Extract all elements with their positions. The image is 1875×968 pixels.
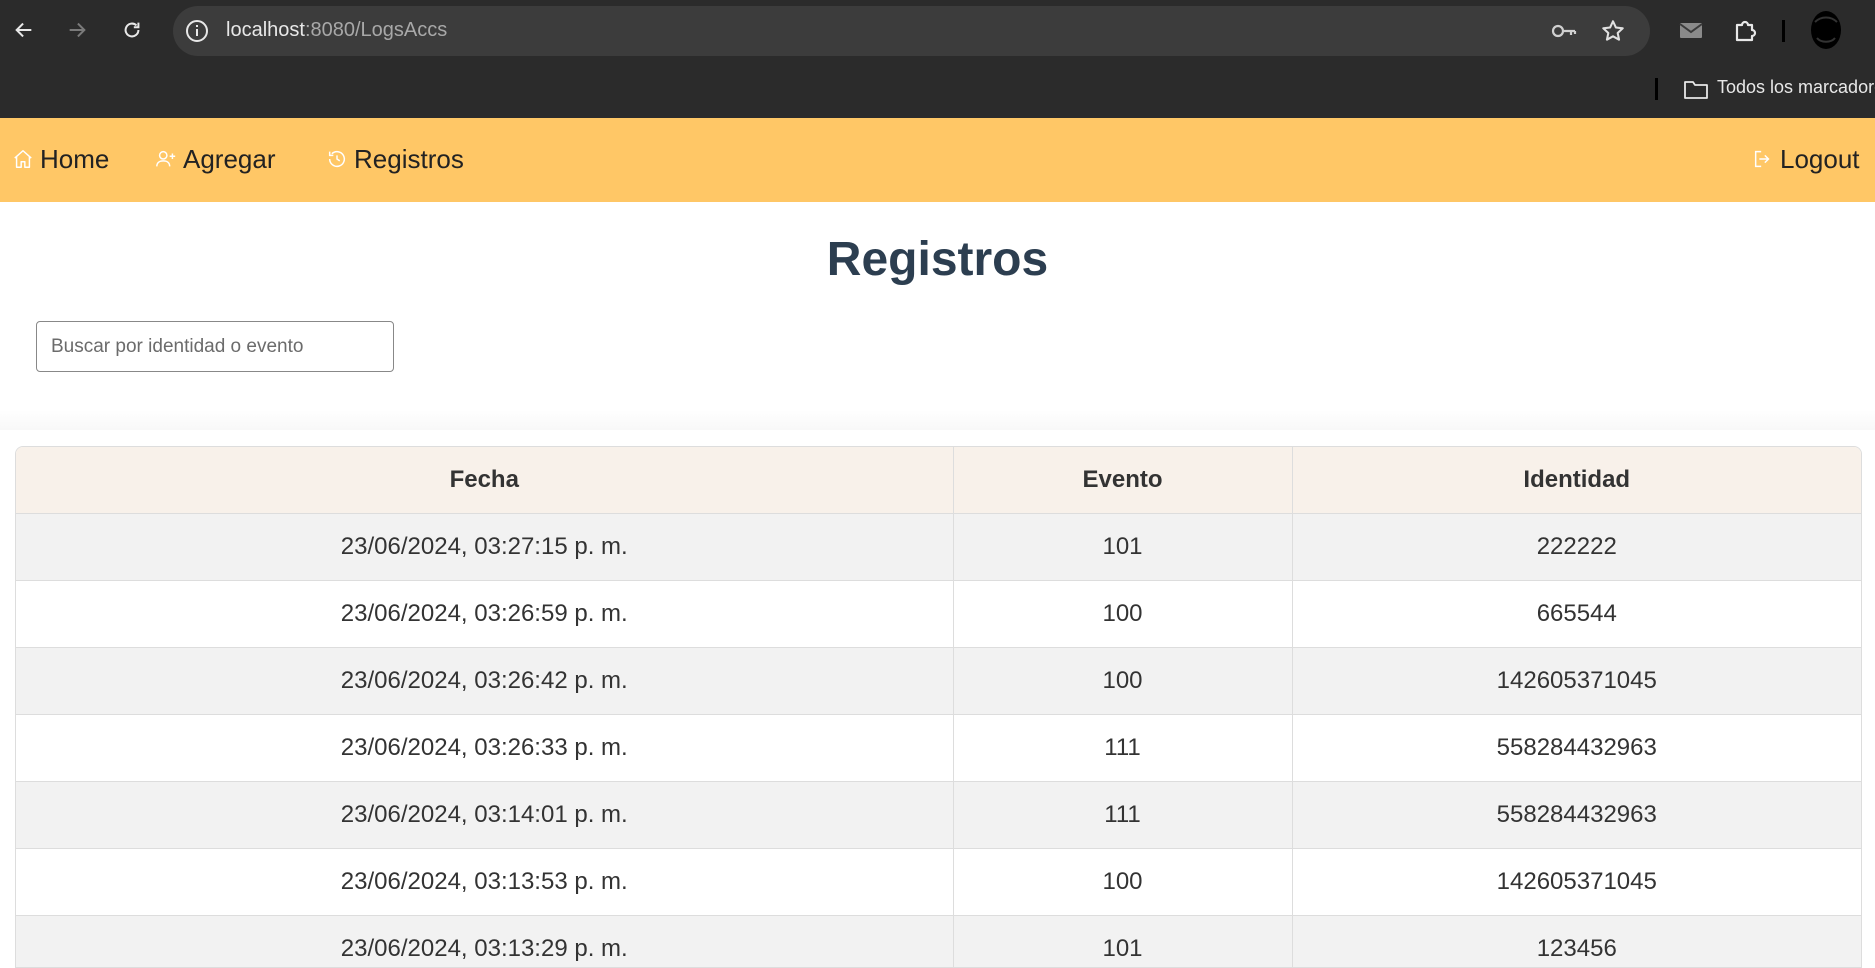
logs-table: Fecha Evento Identidad 23/06/2024, 03:27…: [15, 446, 1862, 968]
section-divider: [0, 410, 1875, 430]
cell-evento: 100: [953, 849, 1292, 916]
cell-evento: 101: [953, 514, 1292, 581]
page-title: Registros: [0, 232, 1875, 287]
url-path: :8080/LogsAccs: [305, 19, 447, 41]
home-icon: [12, 148, 34, 170]
header-identidad[interactable]: Identidad: [1292, 447, 1861, 514]
extensions-icon[interactable]: [1731, 16, 1759, 44]
search-input[interactable]: [36, 321, 394, 372]
key-icon[interactable]: [1551, 19, 1577, 43]
table-row[interactable]: 23/06/2024, 03:27:15 p. m. 101 222222: [16, 514, 1861, 581]
folder-icon[interactable]: [1683, 78, 1709, 100]
table-row[interactable]: 23/06/2024, 03:13:53 p. m. 100 142605371…: [16, 849, 1861, 916]
cell-fecha: 23/06/2024, 03:26:59 p. m.: [16, 581, 953, 648]
cell-evento: 101: [953, 916, 1292, 968]
cell-identidad: 665544: [1292, 581, 1861, 648]
nav-logout[interactable]: Logout: [1752, 140, 1860, 178]
cell-fecha: 23/06/2024, 03:13:29 p. m.: [16, 916, 953, 968]
nav-registros[interactable]: Registros: [326, 140, 464, 178]
arrow-right-icon: [66, 19, 88, 41]
profile-avatar[interactable]: [1807, 8, 1845, 54]
bookmarks-bar: Todos los marcadores: [0, 62, 1875, 118]
cell-identidad: 123456: [1292, 916, 1861, 968]
nav-registros-label: Registros: [354, 144, 464, 175]
back-button[interactable]: [9, 15, 39, 45]
table-row[interactable]: 23/06/2024, 03:26:33 p. m. 111 558284432…: [16, 715, 1861, 782]
nav-agregar-label: Agregar: [183, 144, 276, 175]
add-user-icon: [155, 148, 177, 170]
url-host: localhost: [226, 19, 305, 41]
all-bookmarks-label[interactable]: Todos los marcadores: [1717, 77, 1875, 98]
table-row[interactable]: 23/06/2024, 03:13:29 p. m. 101 123456: [16, 916, 1861, 968]
table-header-row: Fecha Evento Identidad: [16, 447, 1861, 514]
star-icon[interactable]: [1600, 18, 1626, 44]
cell-identidad: 142605371045: [1292, 849, 1861, 916]
forward-button[interactable]: [62, 15, 92, 45]
header-fecha[interactable]: Fecha: [16, 447, 953, 514]
cell-evento: 111: [953, 715, 1292, 782]
nav-logout-label: Logout: [1780, 144, 1860, 175]
cell-fecha: 23/06/2024, 03:13:53 p. m.: [16, 849, 953, 916]
browser-chrome: localhost:8080/LogsAccs Todos los marcad…: [0, 0, 1875, 118]
cell-fecha: 23/06/2024, 03:27:15 p. m.: [16, 514, 953, 581]
arrow-left-icon: [13, 19, 35, 41]
cell-identidad: 142605371045: [1292, 648, 1861, 715]
cell-fecha: 23/06/2024, 03:14:01 p. m.: [16, 782, 953, 849]
cell-identidad: 222222: [1292, 514, 1861, 581]
app-navbar: Home Agregar Registros Logout: [0, 118, 1875, 202]
cell-evento: 100: [953, 648, 1292, 715]
table-row[interactable]: 23/06/2024, 03:26:59 p. m. 100 665544: [16, 581, 1861, 648]
site-info-icon[interactable]: [185, 19, 209, 43]
browser-toolbar: localhost:8080/LogsAccs: [0, 0, 1875, 62]
header-evento[interactable]: Evento: [953, 447, 1292, 514]
mail-icon[interactable]: [1677, 16, 1705, 44]
reload-button[interactable]: [117, 15, 147, 45]
nav-home-label: Home: [40, 144, 109, 175]
cell-identidad: 558284432963: [1292, 782, 1861, 849]
url-text[interactable]: localhost:8080/LogsAccs: [226, 19, 447, 42]
table-row[interactable]: 23/06/2024, 03:26:42 p. m. 100 142605371…: [16, 648, 1861, 715]
logout-icon: [1752, 148, 1774, 170]
bookmarks-divider: [1655, 78, 1658, 100]
cell-identidad: 558284432963: [1292, 715, 1861, 782]
address-bar[interactable]: localhost:8080/LogsAccs: [173, 6, 1650, 56]
cell-fecha: 23/06/2024, 03:26:33 p. m.: [16, 715, 953, 782]
nav-home[interactable]: Home: [12, 140, 109, 178]
reload-icon: [121, 19, 143, 41]
cell-evento: 100: [953, 581, 1292, 648]
toolbar-divider: [1782, 20, 1785, 42]
cell-evento: 111: [953, 782, 1292, 849]
cell-fecha: 23/06/2024, 03:26:42 p. m.: [16, 648, 953, 715]
table-row[interactable]: 23/06/2024, 03:14:01 p. m. 111 558284432…: [16, 782, 1861, 849]
nav-agregar[interactable]: Agregar: [155, 140, 276, 178]
history-icon: [326, 148, 348, 170]
